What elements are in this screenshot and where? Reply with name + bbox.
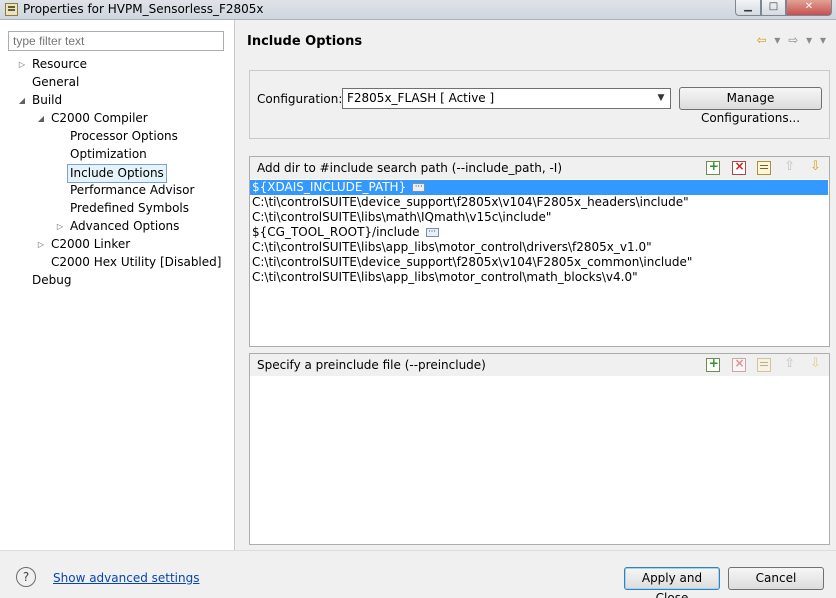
app-icon <box>5 3 18 16</box>
forward-arrow-icon[interactable]: ⇨ <box>788 33 798 47</box>
tree-item-label: C2000 Hex Utility [Disabled] <box>51 255 222 269</box>
filter-input[interactable] <box>8 31 224 51</box>
page-header: Include Options ⇦ ▾ ⇨ ▾ ▾ <box>236 20 836 62</box>
list-item-text: C:\ti\controlSUITE\libs\math\IQmath\v15c… <box>252 210 552 224</box>
list-item[interactable]: C:\ti\controlSUITE\libs\app_libs\motor_c… <box>250 240 652 255</box>
configuration-select[interactable]: F2805x_FLASH [ Active ] ▼ <box>342 88 671 109</box>
list-item-text: C:\ti\controlSUITE\device_support\f2805x… <box>252 195 689 209</box>
help-icon[interactable]: ? <box>16 567 36 587</box>
tree-item-label: Predefined Symbols <box>70 201 190 215</box>
maximize-icon: □ <box>768 1 779 12</box>
close-icon: ✕ <box>804 1 814 12</box>
tree-item-label: General <box>32 75 80 89</box>
list-item-text: ${XDAIS_INCLUDE_PATH} <box>252 180 407 194</box>
tree-item-label: Advanced Options <box>70 219 180 233</box>
chevron-down-icon: ▼ <box>657 93 665 103</box>
dropdown-icon[interactable]: ▾ <box>774 33 780 47</box>
collapse-icon[interactable]: ◢ <box>36 114 46 124</box>
navigation-panel: ▷ Resource General ◢ Build ◢ C2000 Compiler Pro… <box>0 20 235 550</box>
list-item-text: ${CG_TOOL_ROOT}/include <box>252 225 420 239</box>
configuration-panel: Configuration: F2805x_FLASH [ Active ] ▼… <box>249 70 830 139</box>
tree-item-label: Include Options <box>67 164 167 183</box>
tree-item-label: Processor Options <box>70 129 178 143</box>
delete-icon[interactable] <box>731 356 746 372</box>
show-advanced-settings-link[interactable]: Show advanced settings <box>53 571 200 585</box>
move-down-icon[interactable] <box>809 159 823 175</box>
collapse-icon[interactable]: ◢ <box>17 96 27 106</box>
window-title: Properties for HVPM_Sensorless_F2805x <box>23 2 264 16</box>
list-item-text: C:\ti\controlSUITE\device_support\f2805x… <box>252 255 693 269</box>
tree-item-label: Debug <box>32 273 72 287</box>
dialog-footer: ? Show advanced settings Apply and Close… <box>0 550 836 598</box>
include-path-toolbar <box>698 159 823 177</box>
tree-item-label: Resource <box>32 57 88 71</box>
manage-configurations-button[interactable]: Manage Configurations... <box>679 87 822 125</box>
list-item[interactable]: C:\ti\controlSUITE\libs\app_libs\motor_c… <box>250 270 638 285</box>
history-nav: ⇦ ▾ ⇨ ▾ ▾ <box>752 33 826 49</box>
back-arrow-icon[interactable]: ⇦ <box>756 33 766 47</box>
list-item[interactable]: C:\ti\controlSUITE\libs\math\IQmath\v15c… <box>250 210 551 225</box>
cancel-button[interactable]: Cancel <box>728 567 824 590</box>
variable-ellipsis-icon: ··· <box>412 183 426 192</box>
tree-item-label: Build <box>32 93 63 107</box>
include-path-title: Add dir to #include search path (--inclu… <box>257 161 563 175</box>
add-icon[interactable] <box>705 356 720 372</box>
configuration-label: Configuration: <box>257 92 343 106</box>
tree-item-label: Performance Advisor <box>70 183 195 197</box>
list-item[interactable]: ${CG_TOOL_ROOT}/include ··· <box>250 225 439 240</box>
list-item-text: C:\ti\controlSUITE\libs\app_libs\motor_c… <box>252 270 638 284</box>
preinclude-list[interactable] <box>250 376 829 544</box>
minimize-icon: ▁ <box>744 1 752 12</box>
expand-icon[interactable]: ▷ <box>17 60 27 70</box>
apply-and-close-button[interactable]: Apply and Close <box>624 567 720 598</box>
list-item[interactable]: ${XDAIS_INCLUDE_PATH} ··· <box>250 180 828 195</box>
move-up-icon[interactable] <box>783 356 797 372</box>
close-button[interactable]: ✕ <box>786 0 832 16</box>
include-path-panel: Add dir to #include search path (--inclu… <box>249 156 830 347</box>
preinclude-title: Specify a preinclude file (--preinclude) <box>257 358 486 372</box>
dropdown-icon[interactable]: ▾ <box>806 33 812 47</box>
move-down-icon[interactable] <box>809 356 823 372</box>
variable-ellipsis-icon: ··· <box>425 228 439 237</box>
list-item[interactable]: C:\ti\controlSUITE\device_support\f2805x… <box>250 255 692 270</box>
tree-item-label: Optimization <box>70 147 147 161</box>
maximize-button[interactable]: □ <box>761 0 786 16</box>
list-item[interactable]: C:\ti\controlSUITE\device_support\f2805x… <box>250 195 689 210</box>
page-title: Include Options <box>247 34 363 49</box>
add-icon[interactable] <box>705 159 720 175</box>
title-bar: Properties for HVPM_Sensorless_F2805x ▁ … <box>0 0 836 20</box>
move-up-icon[interactable] <box>783 159 797 175</box>
preinclude-panel: Specify a preinclude file (--preinclude) <box>249 353 830 545</box>
list-item-text: C:\ti\controlSUITE\libs\app_libs\motor_c… <box>252 240 652 254</box>
preinclude-toolbar <box>698 356 823 374</box>
edit-icon[interactable] <box>757 161 772 175</box>
expand-icon[interactable]: ▷ <box>55 222 65 232</box>
delete-icon[interactable] <box>731 159 746 175</box>
minimize-button[interactable]: ▁ <box>735 0 761 16</box>
expand-icon[interactable]: ▷ <box>36 240 46 250</box>
preinclude-header: Specify a preinclude file (--preinclude) <box>250 354 829 376</box>
configuration-value: F2805x_FLASH [ Active ] <box>347 91 495 105</box>
view-menu-icon[interactable]: ▾ <box>820 33 826 47</box>
edit-icon[interactable] <box>757 358 772 372</box>
tree-item-label: C2000 Compiler <box>51 111 148 125</box>
include-path-header: Add dir to #include search path (--inclu… <box>250 157 829 179</box>
tree-item-label: C2000 Linker <box>51 237 131 251</box>
